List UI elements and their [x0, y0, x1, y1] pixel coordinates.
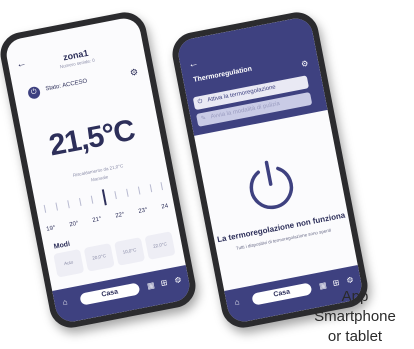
- scale-label: 24: [161, 203, 169, 211]
- home-icon[interactable]: ⌂: [62, 297, 68, 307]
- mode-chip-auto[interactable]: Auto: [53, 248, 85, 278]
- scale-label: 23°: [138, 207, 149, 215]
- settings-icon[interactable]: ⚙: [174, 275, 183, 285]
- screen-zone: ← zona1 Numero seriale: 0 ⏻ Stato: ACCES…: [3, 15, 193, 325]
- gear-icon[interactable]: ⚙: [300, 59, 309, 69]
- scale-label: 19°: [45, 225, 56, 233]
- nav-home-button[interactable]: Casa: [79, 282, 141, 306]
- grid-icon[interactable]: ▦: [146, 280, 155, 290]
- screen-thermoregulation: ← Thermoregulation ⚙ ⏻ Attiva la termore…: [175, 15, 365, 325]
- gear-icon[interactable]: ⚙: [129, 67, 139, 79]
- state-text: Stato: ACCESO: [45, 78, 88, 93]
- power-icon: ⏻: [197, 98, 204, 106]
- power-button[interactable]: ⏻: [27, 85, 42, 100]
- power-off-icon: [249, 160, 294, 210]
- modes-label: Modi: [53, 240, 71, 251]
- scale-label: 20°: [68, 220, 79, 229]
- caption-line-3: or tablet: [327, 328, 383, 345]
- caption-line-2: Smartphone: [314, 308, 396, 325]
- mode-chip-preset-1[interactable]: 20,0°C: [83, 243, 115, 272]
- mode-chip-preset-2[interactable]: 10,0°C: [114, 237, 146, 266]
- mode-chip-preset-3[interactable]: 22,0°C: [144, 231, 176, 260]
- caption: App Smartphone or tablet: [300, 287, 410, 347]
- back-arrow-icon[interactable]: ←: [187, 58, 199, 71]
- devices-icon[interactable]: ⊞: [160, 278, 168, 288]
- caption-line-1: App: [341, 288, 369, 305]
- home-icon[interactable]: ⌂: [234, 297, 240, 307]
- brush-icon: ✎: [200, 115, 207, 123]
- phone-right: ← Thermoregulation ⚙ ⏻ Attiva la termore…: [168, 8, 372, 332]
- scale-label: 22°: [114, 211, 126, 220]
- settings-icon[interactable]: ⚙: [346, 275, 355, 285]
- scale-label: 21°: [91, 216, 103, 224]
- phone-left: ← zona1 Numero seriale: 0 ⏻ Stato: ACCES…: [0, 8, 200, 332]
